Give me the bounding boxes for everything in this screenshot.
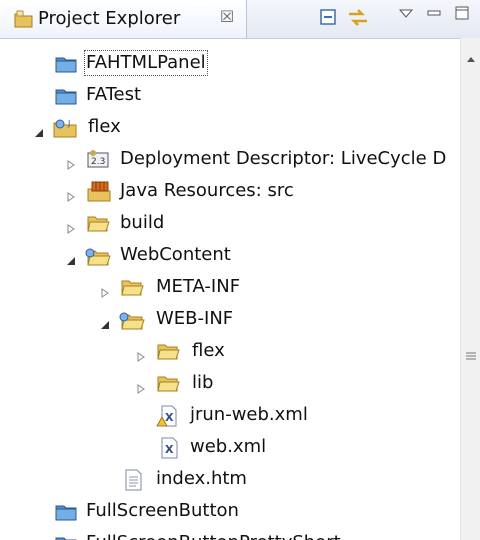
tree-item-label: web.xml [190, 436, 267, 457]
tree-item-build[interactable]: build [0, 208, 460, 238]
collapsed-arrow-icon[interactable] [136, 347, 146, 366]
view-menu-icon[interactable] [398, 5, 414, 24]
expanded-arrow-icon[interactable] [66, 251, 76, 270]
tree-item-label: FullScreenButtonPrettyShort [86, 532, 341, 540]
tree-item-label: jrun-web.xml [190, 404, 308, 425]
svg-text:J: J [67, 119, 70, 128]
tree-item-fatest[interactable]: FATest [0, 80, 460, 110]
closed-project-icon [54, 85, 78, 109]
project-tree: FAHTMLPanel FATest J flex 2.3 Deployment… [0, 38, 460, 540]
text-file-icon [124, 469, 144, 495]
collapse-all-icon[interactable] [318, 7, 338, 31]
tree-item-index-htm[interactable]: index.htm [0, 464, 460, 494]
xml-file-warning-icon: X [156, 405, 180, 431]
tree-item-label: FATest [86, 84, 142, 105]
expanded-arrow-icon[interactable] [100, 315, 110, 334]
svg-text:2.3: 2.3 [91, 157, 105, 167]
vertical-scrollbar[interactable] [460, 38, 480, 540]
tree-item-label: META-INF [156, 276, 241, 297]
collapsed-arrow-icon[interactable] [136, 379, 146, 398]
tree-item-label: build [120, 212, 165, 233]
deployment-descriptor-icon: 2.3 [86, 149, 110, 173]
tree-item-fullscreenbutton[interactable]: FullScreenButton [0, 496, 460, 526]
project-explorer-icon [14, 10, 34, 32]
tree-item-label: WebContent [120, 244, 231, 265]
close-icon[interactable]: ☒ [217, 7, 237, 26]
svg-text:X: X [165, 443, 174, 456]
view-header: Project Explorer ☒ [0, 0, 480, 39]
tree-item-flex-project[interactable]: J flex [0, 112, 460, 142]
java-resources-icon [86, 181, 114, 207]
tree-item-label: flex [192, 340, 225, 361]
tree-item-lib[interactable]: lib [0, 368, 460, 398]
web-inf-folder-icon [118, 309, 146, 335]
tree-item-fullscreenbutton-partial[interactable]: FullScreenButtonPrettyShort [0, 528, 460, 540]
collapsed-arrow-icon[interactable] [100, 283, 110, 302]
closed-project-icon [54, 53, 78, 77]
maximize-icon[interactable] [454, 5, 470, 25]
tree-item-java-resources[interactable]: Java Resources: src [0, 176, 460, 206]
tree-item-label: Java Resources: src [120, 180, 294, 201]
tree-item-web-xml[interactable]: X web.xml [0, 432, 460, 462]
tree-item-web-inf[interactable]: WEB-INF [0, 304, 460, 334]
tree-item-label: flex [88, 116, 121, 137]
tree-item-webcontent[interactable]: WebContent [0, 240, 460, 270]
web-project-icon: J [52, 117, 80, 143]
folder-icon [156, 341, 180, 365]
scroll-up-arrow-icon[interactable] [466, 48, 476, 67]
tree-item-label: FullScreenButton [86, 500, 239, 521]
tree-item-label: WEB-INF [156, 308, 234, 329]
tree-item-label: index.htm [156, 468, 247, 489]
tree-item-flex-folder[interactable]: flex [0, 336, 460, 366]
folder-icon [156, 373, 180, 397]
scroll-thumb-grip-icon[interactable] [465, 346, 477, 365]
tree-item-label: lib [192, 372, 214, 393]
collapsed-arrow-icon[interactable] [66, 219, 76, 238]
closed-project-icon [54, 533, 78, 540]
tree-item-meta-inf[interactable]: META-INF [0, 272, 460, 302]
minimize-icon[interactable] [426, 5, 442, 24]
link-with-editor-icon[interactable] [346, 7, 370, 33]
collapsed-arrow-icon[interactable] [66, 187, 76, 206]
tree-item-deployment-descriptor[interactable]: 2.3 Deployment Descriptor: LiveCycle D [0, 144, 460, 174]
tab-title: Project Explorer [38, 8, 181, 29]
web-content-folder-icon [84, 245, 112, 271]
collapsed-arrow-icon[interactable] [66, 155, 76, 174]
svg-text:X: X [165, 411, 174, 424]
folder-icon [120, 277, 144, 301]
closed-project-icon [54, 501, 78, 525]
tree-item-label: Deployment Descriptor: LiveCycle D [120, 148, 447, 169]
tree-item-label: FAHTMLPanel [84, 50, 208, 76]
folder-icon [86, 213, 110, 237]
xml-file-icon: X [160, 437, 180, 463]
expanded-arrow-icon[interactable] [34, 123, 44, 142]
tab-project-explorer[interactable]: Project Explorer ☒ [0, 0, 247, 38]
tree-item-fahtmlpanel[interactable]: FAHTMLPanel [0, 48, 460, 78]
tree-item-jrun-web-xml[interactable]: X jrun-web.xml [0, 400, 460, 430]
